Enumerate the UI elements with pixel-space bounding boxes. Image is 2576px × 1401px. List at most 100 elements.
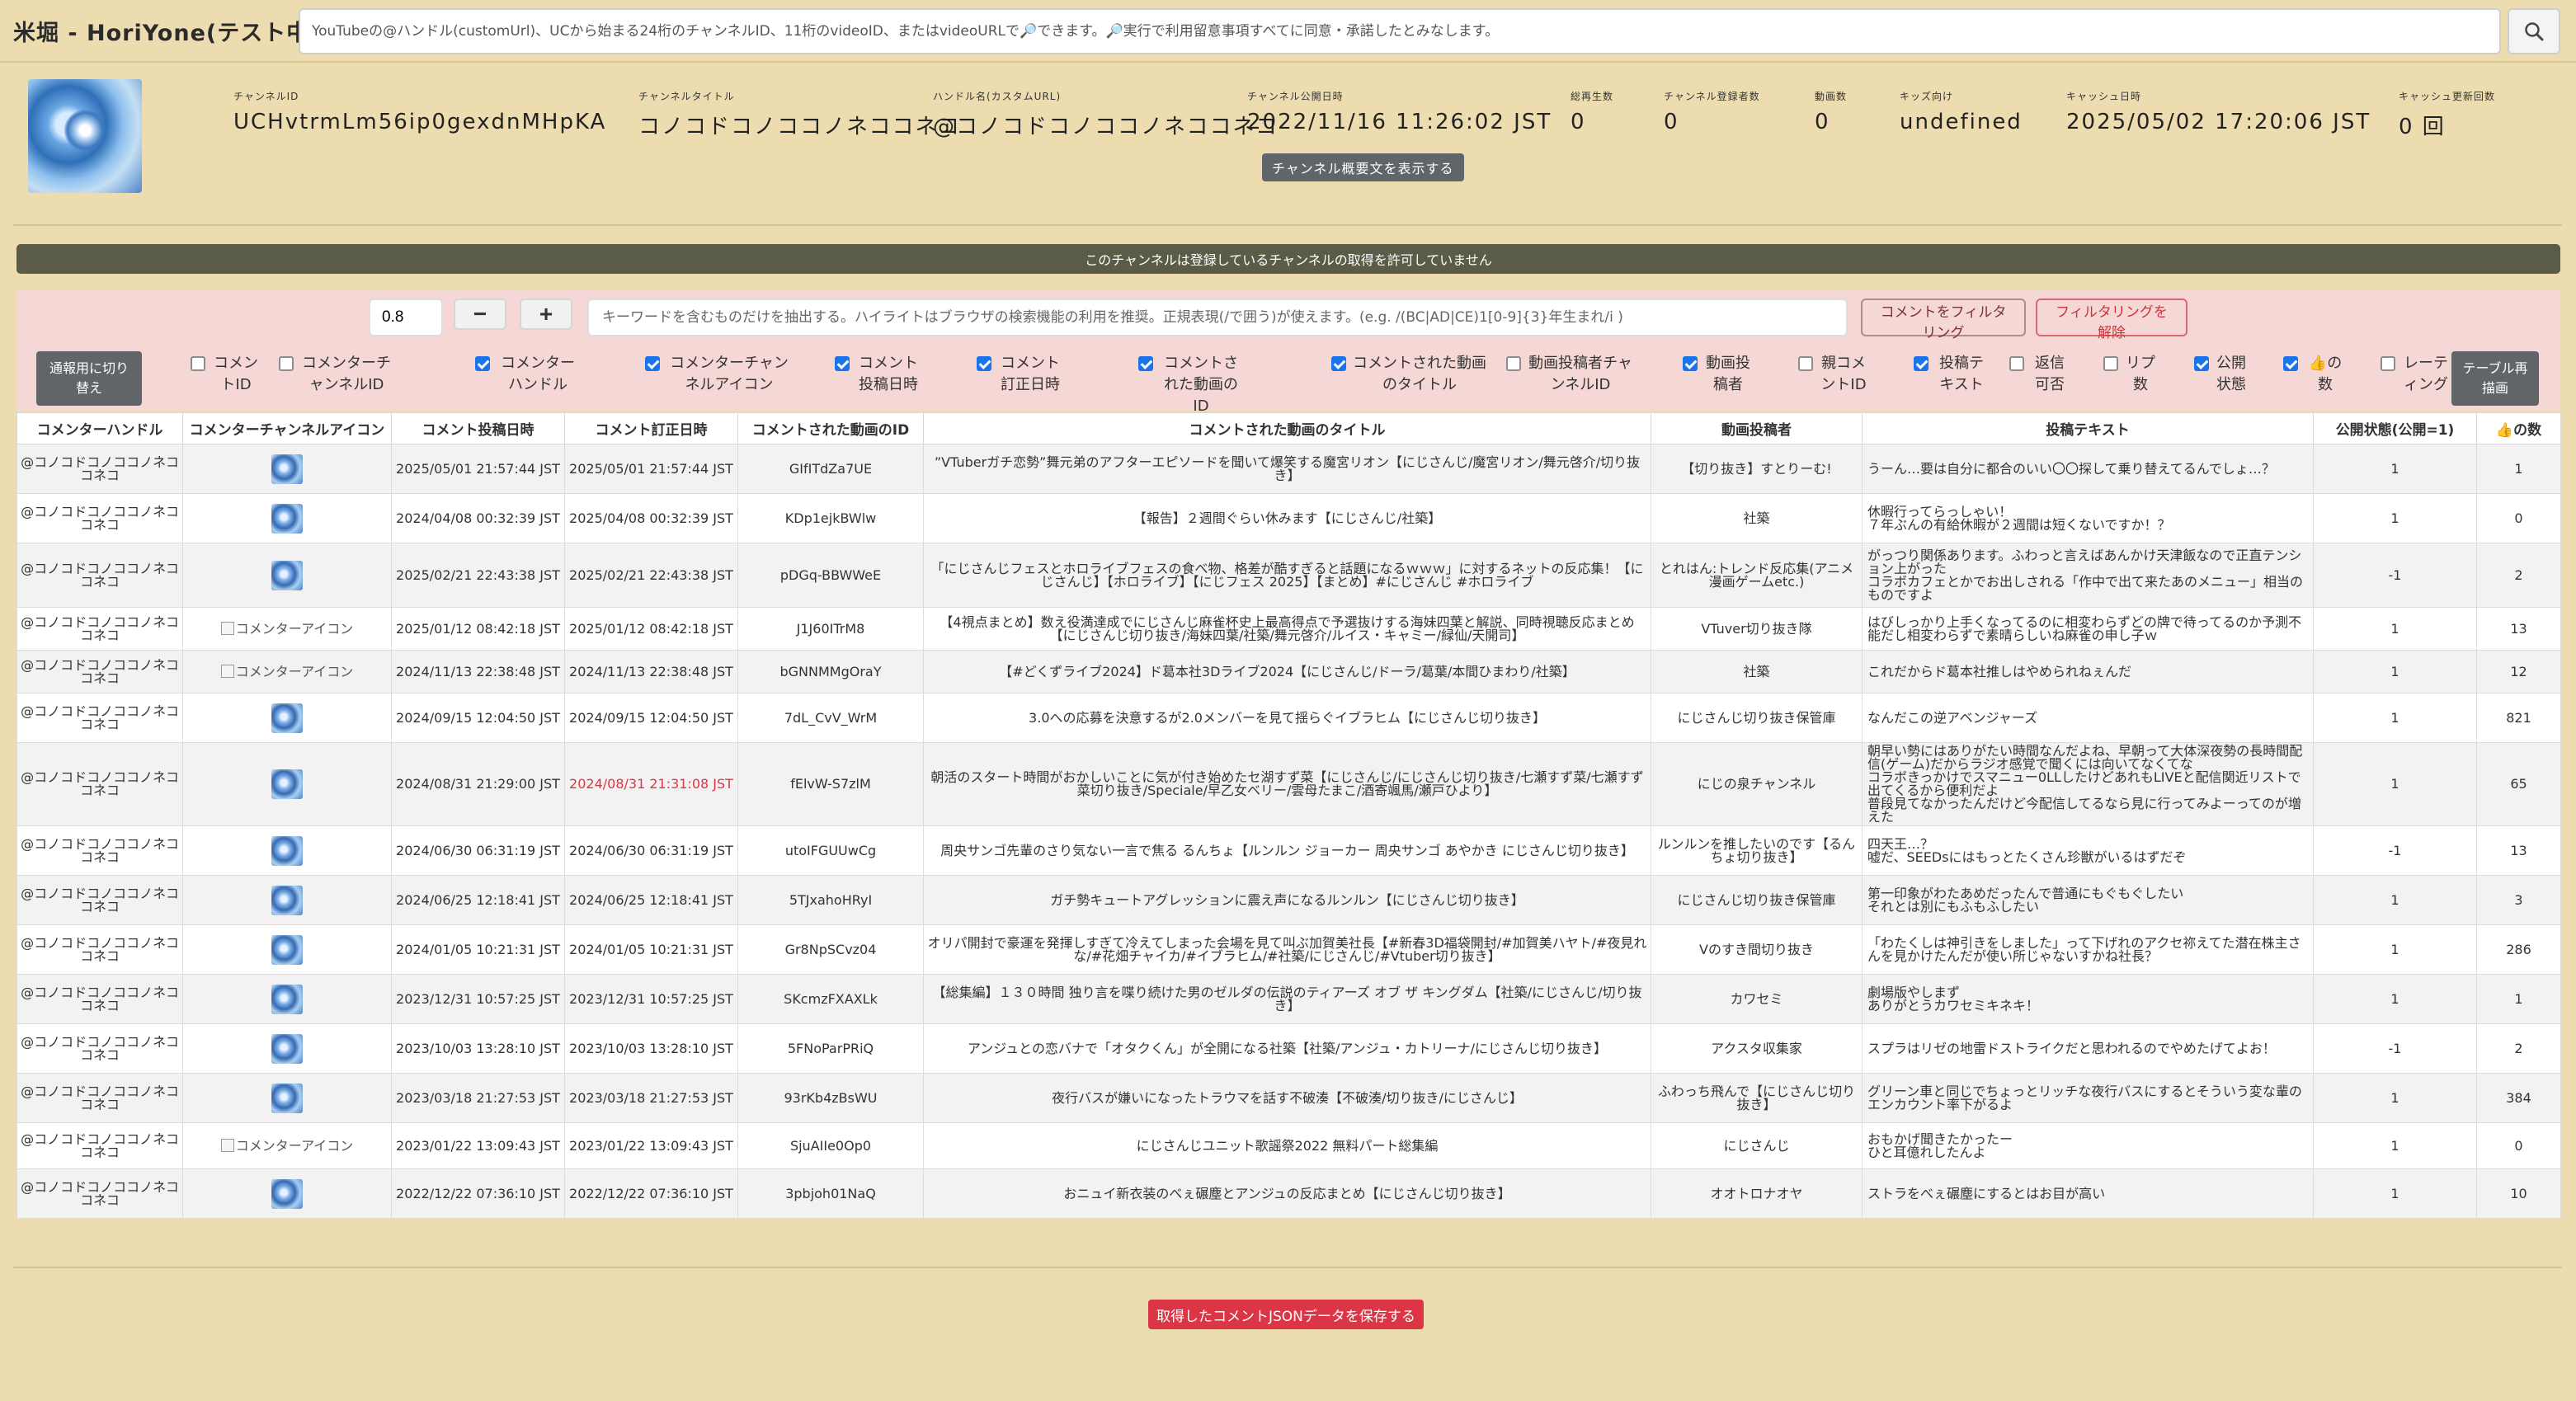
column-toggle-label: コメントされた動画のタイトル: [1353, 355, 1486, 393]
checkbox-unchecked-icon[interactable]: [2103, 356, 2118, 371]
commenter-icon-cell: コメンターアイコン: [182, 1122, 392, 1169]
checkbox-checked-icon[interactable]: [645, 356, 660, 371]
posted-date: 2024/04/08 00:32:39 JST: [391, 493, 565, 543]
checkbox-unchecked-icon[interactable]: [2009, 356, 2024, 371]
checkbox-checked-icon[interactable]: [977, 356, 991, 371]
header-handle[interactable]: コメンターハンドル: [16, 412, 183, 444]
table-row[interactable]: @コノコドコノココノネココネコ 2024/09/15 12:04:50 JST 20…: [16, 693, 2561, 743]
video-title: 夜行バスが嫌いになったトラウマを話す不破湊【不破湊/切り抜き/にじさんじ】: [923, 1073, 1651, 1123]
video-id: fElvW-S7zlM: [737, 742, 924, 826]
clear-filter-button[interactable]: フィルタリングを解除: [2036, 299, 2187, 341]
commenter-handle: @コノコドコノココノネココネコ: [16, 493, 183, 543]
video-uploader: ふわっち飛んで【にじさんじ切り抜き】: [1651, 1073, 1863, 1123]
video-title: 「にじさんじフェスとホロライブフェスの食べ物、格差が酷すぎると話題になるｗｗｗ」…: [923, 543, 1651, 608]
column-toggle[interactable]: 公開状態: [2194, 353, 2249, 396]
comment-text: 第一印象がわたあめだったんで普通にもぐもぐしたい それとは別にもふもふしたい: [1862, 875, 2314, 925]
divider: [13, 224, 2562, 226]
redraw-table-button[interactable]: テーブル再描画: [2451, 351, 2539, 406]
column-toggle[interactable]: コメントされた動画のID: [1138, 353, 1244, 417]
save-json-button[interactable]: 取得したコメントJSONデータを保存する: [1148, 1300, 1424, 1329]
commenter-icon-cell: [182, 1168, 392, 1219]
channel-handle-value: @コノコドコノココノネココネコ: [933, 115, 1279, 139]
column-toggle[interactable]: レーティング: [2381, 353, 2451, 396]
checkbox-checked-icon[interactable]: [2283, 356, 2298, 371]
column-toggle[interactable]: コメント訂正日時: [977, 353, 1064, 396]
header-posted[interactable]: コメント投稿日時: [391, 412, 565, 444]
column-toggle[interactable]: コメント投稿日時: [835, 353, 922, 396]
table-row[interactable]: @コノコドコノココノネココネコ 2023/10/03 13:28:10 JST 20…: [16, 1023, 2561, 1074]
column-toggle[interactable]: コメンターチャンネルID: [279, 353, 394, 396]
checkbox-checked-icon[interactable]: [1138, 356, 1153, 371]
search-button[interactable]: [2508, 8, 2560, 54]
checkbox-checked-icon[interactable]: [835, 356, 850, 371]
table-row[interactable]: @コノコドコノココノネココネコ 2023/12/31 10:57:25 JST 20…: [16, 974, 2561, 1024]
table-row[interactable]: @コノコドコノココノネココネコ 2024/08/31 21:29:00 JST 20…: [16, 742, 2561, 826]
decrement-button[interactable]: −: [454, 299, 506, 330]
edited-date: 2025/04/08 00:32:39 JST: [564, 493, 738, 543]
checkbox-unchecked-icon[interactable]: [1506, 356, 1521, 371]
checkbox-checked-icon[interactable]: [2194, 356, 2209, 371]
like-count: 65: [2476, 742, 2561, 826]
checkbox-checked-icon[interactable]: [475, 356, 490, 371]
table-row[interactable]: @コノコドコノココノネココネコ 2024/04/08 00:32:39 JST 20…: [16, 493, 2561, 543]
commenter-icon-cell: [182, 742, 392, 826]
table-row[interactable]: @コノコドコノココノネココネコ 2022/12/22 07:36:10 JST 20…: [16, 1168, 2561, 1219]
keyword-input[interactable]: [587, 299, 1848, 336]
channel-id-label: チャンネルID: [233, 91, 299, 102]
table-row[interactable]: @コノコドコノココノネココネコ 2025/05/01 21:57:44 JST 20…: [16, 444, 2561, 494]
table-row[interactable]: @コノコドコノココノネココネコ 2024/06/30 06:31:19 JST 20…: [16, 825, 2561, 876]
table-row[interactable]: @コノコドコノココノネココネコ 2023/03/18 21:27:53 JST 20…: [16, 1073, 2561, 1123]
table-row[interactable]: @コノコドコノココノネココネコ 2024/06/25 12:18:41 JST 20…: [16, 875, 2561, 925]
column-toggle[interactable]: 返信可否: [2009, 353, 2070, 396]
table-row[interactable]: @コノコドコノココノネココネコ 2024/01/05 10:21:31 JST 20…: [16, 924, 2561, 975]
column-toggle-label: リプ数: [2126, 355, 2155, 393]
column-toggle[interactable]: コメンターチャンネルアイコン: [645, 353, 794, 396]
show-description-button[interactable]: チャンネル概要文を表示する: [1262, 153, 1464, 181]
header-likes[interactable]: 👍の数: [2476, 412, 2561, 444]
checkbox-unchecked-icon[interactable]: [2381, 356, 2395, 371]
table-row[interactable]: @コノコドコノココノネココネコ コメンターアイコン 2024/11/13 22:38…: [16, 650, 2561, 693]
comment-text: 朝早い勢にはありがたい時間なんだよね、早朝って大体深夜勢の長時間配信(ゲーム)だ…: [1862, 742, 2314, 826]
column-toggle[interactable]: 投稿テキスト: [1914, 353, 1990, 396]
column-toggle[interactable]: 👍の数: [2283, 353, 2348, 396]
checkbox-checked-icon[interactable]: [1914, 356, 1928, 371]
header-video-id[interactable]: コメントされた動画のID: [737, 412, 924, 444]
column-toggle[interactable]: リプ数: [2103, 353, 2158, 396]
column-toggle[interactable]: コメンターハンドル: [475, 353, 581, 396]
public-status: 1: [2313, 1122, 2477, 1169]
header-edited[interactable]: コメント訂正日時: [564, 412, 738, 444]
header-text[interactable]: 投稿テキスト: [1862, 412, 2314, 444]
header-icon[interactable]: コメンターチャンネルアイコン: [182, 412, 392, 444]
edited-date: 2024/08/31 21:31:08 JST: [564, 742, 738, 826]
video-uploader: Vのすき間切り抜き: [1651, 924, 1863, 975]
checkbox-checked-icon[interactable]: [1683, 356, 1698, 371]
column-toggle-label: レーティング: [2404, 355, 2448, 393]
increment-button[interactable]: +: [520, 299, 572, 330]
column-toggle[interactable]: 動画投稿者チャンネルID: [1506, 353, 1635, 396]
table-row[interactable]: @コノコドコノココノネココネコ コメンターアイコン 2023/01/22 13:09…: [16, 1122, 2561, 1169]
commenter-avatar: [271, 835, 303, 866]
table-row[interactable]: @コノコドコノココノネココネコ 2025/02/21 22:43:38 JST 20…: [16, 543, 2561, 608]
checkbox-checked-icon[interactable]: [1331, 356, 1346, 371]
commenter-avatar: [271, 769, 303, 799]
column-toggle[interactable]: コメントID: [191, 353, 261, 396]
toggle-report-mode-button[interactable]: 通報用に切り替え: [36, 351, 142, 406]
channel-published-value: 2022/11/16 11:26:02 JST: [1247, 110, 1552, 134]
table-row[interactable]: @コノコドコノココノネココネコ コメンターアイコン 2025/01/12 08:42…: [16, 607, 2561, 651]
posted-date: 2023/01/22 13:09:43 JST: [391, 1122, 565, 1169]
checkbox-unchecked-icon[interactable]: [279, 356, 294, 371]
threshold-input[interactable]: [369, 299, 443, 336]
public-status: -1: [2313, 825, 2477, 876]
header-video-title[interactable]: コメントされた動画のタイトル: [923, 412, 1651, 444]
checkbox-unchecked-icon[interactable]: [1798, 356, 1813, 371]
commenter-handle: @コノコドコノココノネココネコ: [16, 444, 183, 494]
column-toggle[interactable]: 親コメントID: [1798, 353, 1869, 396]
search-input[interactable]: [299, 8, 2501, 54]
header-public[interactable]: 公開状態(公開=1): [2313, 412, 2477, 444]
posted-date: 2024/06/25 12:18:41 JST: [391, 875, 565, 925]
column-toggle[interactable]: 動画投稿者: [1683, 353, 1754, 396]
header-uploader[interactable]: 動画投稿者: [1651, 412, 1863, 444]
filter-comments-button[interactable]: コメントをフィルタリング: [1861, 299, 2026, 341]
checkbox-unchecked-icon[interactable]: [191, 356, 205, 371]
column-toggle[interactable]: コメントされた動画のタイトル: [1331, 353, 1488, 396]
